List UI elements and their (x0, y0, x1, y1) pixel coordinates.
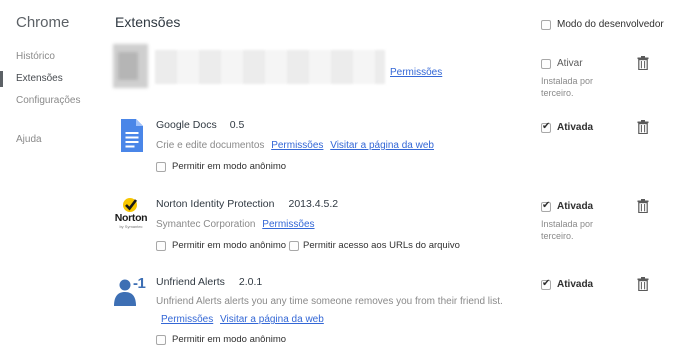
extension-item: Norton by Symantec Norton Identity Prote… (113, 197, 693, 259)
permissions-link[interactable]: Permissões (390, 67, 442, 78)
norton-checkmark-icon (123, 198, 138, 212)
extension-item: Permissões Ativar Instalada por terceiro… (113, 44, 693, 104)
permissions-link[interactable]: Permissões (271, 140, 323, 151)
sidebar-item-history[interactable]: Histórico (0, 46, 100, 68)
incognito-label: Permitir em modo anônimo (172, 240, 287, 251)
file-urls-checkbox[interactable] (289, 240, 300, 251)
extension-icon-redacted (113, 44, 148, 88)
extension-description: Unfriend Alerts alerts you any time some… (156, 296, 503, 307)
trash-icon[interactable] (637, 120, 649, 134)
extension-description: Symantec Corporation (156, 219, 256, 230)
enable-toggle[interactable]: Ativar (541, 58, 621, 69)
developer-mode-toggle[interactable]: Modo do desenvolvedor (541, 19, 664, 30)
enable-checkbox[interactable] (541, 58, 551, 69)
extension-item: -1 Unfriend Alerts 2.0.1 Unfriend Alerts … (113, 275, 693, 355)
unfriend-alerts-icon: -1 (113, 273, 149, 309)
extension-enable: Ativada (541, 278, 621, 290)
permissions-link[interactable]: Permissões (262, 219, 314, 230)
visit-website-link[interactable]: Visitar a página da web (330, 140, 434, 151)
developer-mode-checkbox[interactable] (541, 19, 551, 30)
sidebar-item-settings[interactable]: Configurações (0, 90, 100, 112)
file-urls-option[interactable]: Permitir acesso aos URLs do arquivo (289, 240, 460, 251)
sidebar-item-help[interactable]: Ajuda (16, 134, 42, 145)
installed-by-third-party: Instalada por terceiro. (541, 219, 594, 241)
sidebar-nav: Histórico Extensões Configurações (0, 46, 100, 112)
incognito-label: Permitir em modo anônimo (172, 334, 287, 345)
page-title: Extensões (115, 14, 181, 30)
norton-icon: Norton by Symantec (113, 195, 149, 231)
google-docs-icon (121, 119, 143, 152)
extension-details: Google Docs 0.5 Crie e edite documentos P… (156, 118, 536, 172)
file-urls-label: Permitir acesso aos URLs do arquivo (303, 240, 460, 251)
sidebar-item-extensions[interactable]: Extensões (0, 68, 100, 90)
enable-toggle[interactable]: Ativada (541, 200, 621, 212)
incognito-option[interactable]: Permitir em modo anônimo (156, 161, 286, 172)
incognito-checkbox[interactable] (156, 334, 166, 345)
trash-icon[interactable] (637, 56, 649, 70)
enable-checkbox[interactable] (541, 121, 551, 133)
permissions-link[interactable]: Permissões (161, 314, 213, 325)
sidebar: Chrome Histórico Extensões Configurações… (0, 0, 100, 360)
extension-version: 2.0.1 (238, 276, 263, 288)
trash-icon[interactable] (637, 277, 649, 291)
extension-item: Google Docs 0.5 Crie e edite documentos P… (113, 118, 693, 178)
sidebar-brand: Chrome (16, 14, 70, 31)
extension-name: Norton Identity Protection (156, 198, 275, 210)
enable-label: Ativada (557, 201, 594, 212)
unfriend-badge-text: -1 (133, 275, 146, 292)
norton-logo-text: Norton (114, 212, 148, 224)
visit-website-link[interactable]: Visitar a página da web (220, 314, 324, 325)
norton-logo-subtext: by Symantec (119, 224, 143, 229)
extension-version: 0.5 (229, 119, 245, 131)
extension-enable: Ativada Instalada por terceiro. (541, 200, 621, 242)
incognito-checkbox[interactable] (156, 161, 166, 172)
enable-checkbox[interactable] (541, 278, 551, 290)
extension-enable: Ativar Instalada por terceiro. (541, 58, 621, 99)
incognito-checkbox[interactable] (156, 240, 166, 251)
extension-details: Unfriend Alerts 2.0.1 Unfriend Alerts ale… (156, 275, 596, 345)
incognito-option[interactable]: Permitir em modo anônimo (156, 240, 286, 251)
enable-checkbox[interactable] (541, 200, 551, 212)
extension-description: Crie e edite documentos (156, 140, 265, 151)
trash-icon[interactable] (637, 199, 649, 213)
installed-by-third-party: Instalada por terceiro. (541, 76, 594, 98)
enable-label: Ativada (557, 122, 594, 133)
extension-name: Google Docs (156, 119, 217, 131)
extension-details: Norton Identity Protection 2013.4.5.2 Sym… (156, 197, 536, 251)
incognito-label: Permitir em modo anônimo (172, 161, 287, 172)
enable-label: Ativada (557, 279, 594, 290)
enable-toggle[interactable]: Ativada (541, 121, 621, 133)
enable-label: Ativar (557, 58, 583, 69)
extension-version: 2013.4.5.2 (288, 198, 339, 210)
enable-toggle[interactable]: Ativada (541, 278, 621, 290)
incognito-option[interactable]: Permitir em modo anônimo (156, 334, 286, 345)
developer-mode-label: Modo do desenvolvedor (557, 19, 664, 30)
extension-name: Unfriend Alerts (156, 276, 225, 288)
extension-details-redacted (155, 50, 385, 84)
extension-enable: Ativada (541, 121, 621, 133)
